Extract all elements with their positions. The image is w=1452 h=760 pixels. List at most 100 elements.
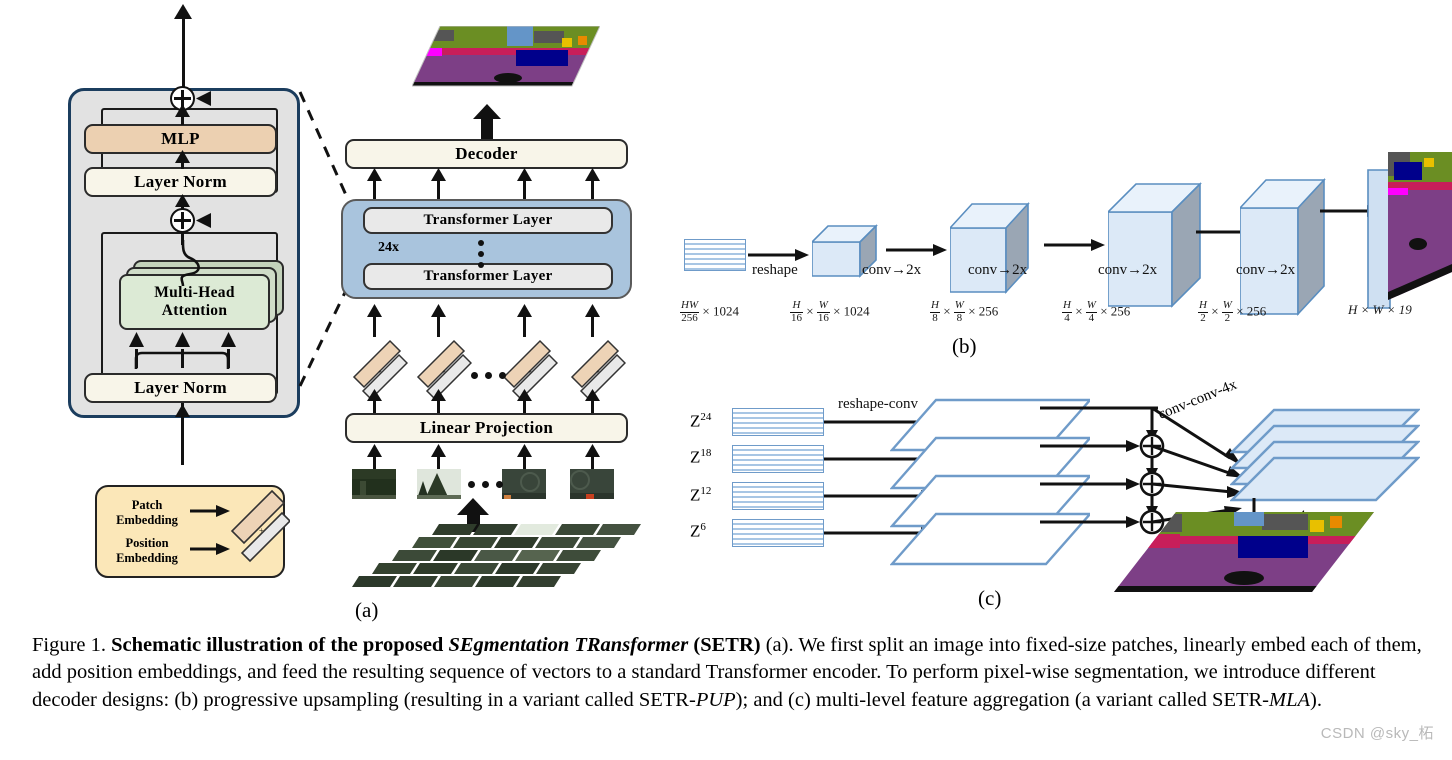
watermark: CSDN @sky_柘	[1320, 725, 1434, 742]
panel-c-label: (c)	[978, 586, 1002, 610]
dim4-num: H	[1198, 299, 1208, 313]
emb-to-tl-line-2	[437, 315, 440, 337]
z-block-1	[732, 445, 824, 473]
attention-stack-connector	[180, 240, 200, 286]
z-label-3: Z6	[690, 521, 706, 542]
position-embedding-label: Position Embedding	[108, 536, 186, 566]
encoder-output-line	[182, 10, 185, 88]
repeat-count-label: 24x	[378, 240, 399, 255]
caption-rest-3: ).	[1310, 688, 1322, 711]
z-label-2-base: Z	[690, 485, 701, 505]
image-patch-4	[570, 469, 614, 499]
transformer-stack-ellipsis	[478, 240, 484, 268]
lp-to-emb-arrow-3	[517, 389, 532, 401]
lp-to-emb-arrow-4	[585, 389, 600, 401]
z-block-2	[732, 482, 824, 510]
z-label-0-sup: 24	[700, 411, 712, 423]
svg-text:+: +	[596, 368, 600, 376]
panel-b-dim-1: H 16 × W 16 × 1024	[790, 299, 870, 324]
z-label-1-base: Z	[690, 447, 701, 467]
panel-b-dim-3: H4 × W4 × 256	[1062, 299, 1131, 324]
legend-arrow-position	[190, 543, 230, 555]
panel-b-dim-4: H2 × W2 × 256	[1198, 299, 1267, 324]
patch-to-lp-arrow-2	[431, 444, 446, 457]
tl-to-dec-arrow-4	[585, 168, 600, 181]
dim0-tail: × 1024	[702, 303, 739, 319]
dim2-den: 8	[932, 311, 938, 324]
patch-to-lp-arrow-3	[517, 444, 532, 457]
panel-b-arrow-1	[886, 244, 947, 256]
caption-rest-2: ); and (c) multi-level feature aggregati…	[735, 688, 1270, 711]
emb-to-tl-arrow-1	[367, 304, 382, 317]
emb-to-tl-arrow-2	[431, 304, 446, 317]
attention-label-line1: Multi-Head	[154, 283, 235, 301]
patch-ellipsis	[468, 481, 503, 488]
caption-bold-1: Schematic illustration of the proposed	[111, 634, 449, 656]
embedding-ellipsis	[471, 372, 506, 379]
tl-to-dec-arrow-3	[517, 168, 532, 181]
emb-to-tl-line-1	[373, 315, 376, 337]
svg-text:+: +	[378, 368, 382, 376]
figure-canvas: MLP Layer Norm Multi-Head Attention Laye…	[0, 0, 1452, 628]
panel-b-label: (b)	[952, 334, 977, 358]
dim0-den: 256	[681, 311, 698, 324]
dim0-num: HW	[680, 299, 700, 313]
linear-projection-box: Linear Projection	[345, 413, 628, 443]
panel-b-op-label-1: conv→2x	[862, 262, 922, 278]
dim4-den: 2	[1200, 311, 1206, 324]
z-label-3-sup: 6	[700, 521, 706, 533]
dim2-num: H	[930, 299, 940, 313]
layer-norm-bottom-box: Layer Norm	[84, 373, 277, 403]
dim1-num2: W	[816, 299, 830, 313]
caption-italic-mla: MLA	[1269, 688, 1311, 711]
panel-b-op-label-4: conv→2x	[1236, 262, 1296, 278]
dim3-num: H	[1062, 299, 1072, 313]
patch-embedding-label: Patch Embedding	[108, 498, 186, 528]
patch-embedding-label-line1: Patch	[131, 498, 163, 512]
residual-add-mid-arrowhead	[196, 213, 211, 228]
legend-arrow-patch	[190, 505, 230, 517]
z-label-2-sup: 12	[700, 485, 712, 497]
panel-b-cube-2	[950, 201, 1030, 295]
attention-label-line2: Attention	[161, 302, 228, 319]
panel-b-op-label-3: conv→2x	[1098, 262, 1158, 278]
dim3-den: 4	[1064, 311, 1070, 324]
encoder-input-arrowhead	[175, 404, 190, 417]
dim1-den: 16	[791, 311, 802, 324]
dim3-num2: W	[1085, 299, 1097, 313]
legend-embedding-glyph: +	[230, 489, 290, 563]
svg-text:+: +	[259, 526, 264, 535]
dim1-num: H	[790, 299, 803, 313]
svg-text:+: +	[528, 368, 532, 376]
panel-b-dim-0: HW 256 × 1024	[680, 299, 739, 324]
z-block-3	[732, 519, 824, 547]
panel-b-input-strip	[684, 239, 746, 271]
caption-bold-2: (SETR)	[688, 634, 761, 656]
decoder-box: Decoder	[345, 139, 628, 169]
panel-b-dim-2: H8 × W8 × 256	[930, 299, 999, 324]
position-embedding-label-line1: Position	[125, 536, 169, 550]
caption-prefix: Figure 1.	[32, 634, 112, 656]
z-label-1: Z18	[690, 447, 711, 468]
emb-to-tl-line-3	[523, 315, 526, 337]
z-label-0-base: Z	[690, 411, 701, 431]
add-mid-up-arrowhead	[175, 194, 190, 207]
caption-bold-italic-1: SEgmentation TRansformer	[448, 634, 689, 656]
figure-caption: Figure 1. Schematic illustration of the …	[32, 632, 1424, 714]
lp-to-emb-arrow-2	[431, 389, 446, 401]
panel-b-cube-4	[1240, 178, 1326, 317]
panel-c-output-segmentation	[1114, 512, 1374, 592]
tl-to-dec-arrow-2	[431, 168, 446, 181]
emb-to-tl-arrow-4	[585, 304, 600, 317]
dim1-den2: 16	[817, 311, 829, 324]
panel-b-op-label-0: reshape	[752, 262, 798, 278]
decoder-to-output-arrow	[473, 104, 501, 144]
position-embedding-label-line2: Embedding	[116, 551, 178, 565]
caption-italic-pup: PUP	[695, 688, 736, 711]
emb-to-tl-arrow-3	[517, 304, 532, 317]
z-label-3-base: Z	[690, 521, 701, 541]
residual-add-mid	[170, 208, 195, 233]
patch-embedding-label-line2: Embedding	[116, 513, 178, 527]
z-label-2: Z12	[690, 485, 711, 506]
layer-norm-top-box: Layer Norm	[84, 167, 277, 197]
